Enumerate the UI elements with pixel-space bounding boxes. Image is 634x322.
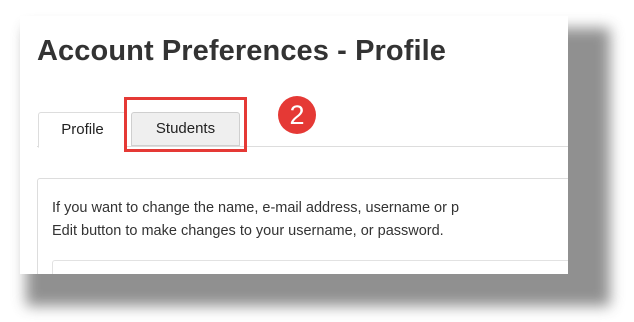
step-number-badge: 2 <box>278 96 316 134</box>
tab-profile[interactable]: Profile <box>38 112 127 148</box>
instructions-line-1: If you want to change the name, e-mail a… <box>52 200 460 216</box>
callout-highlight-box <box>124 97 247 152</box>
page-title: Account Preferences - Profile <box>37 35 447 67</box>
profile-instructions: If you want to change the name, e-mail a… <box>52 197 459 243</box>
instructions-line-2: Edit button to make changes to your user… <box>52 223 444 239</box>
profile-details-box <box>52 260 568 274</box>
screenshot-card: Account Preferences - Profile Profile St… <box>20 16 568 274</box>
